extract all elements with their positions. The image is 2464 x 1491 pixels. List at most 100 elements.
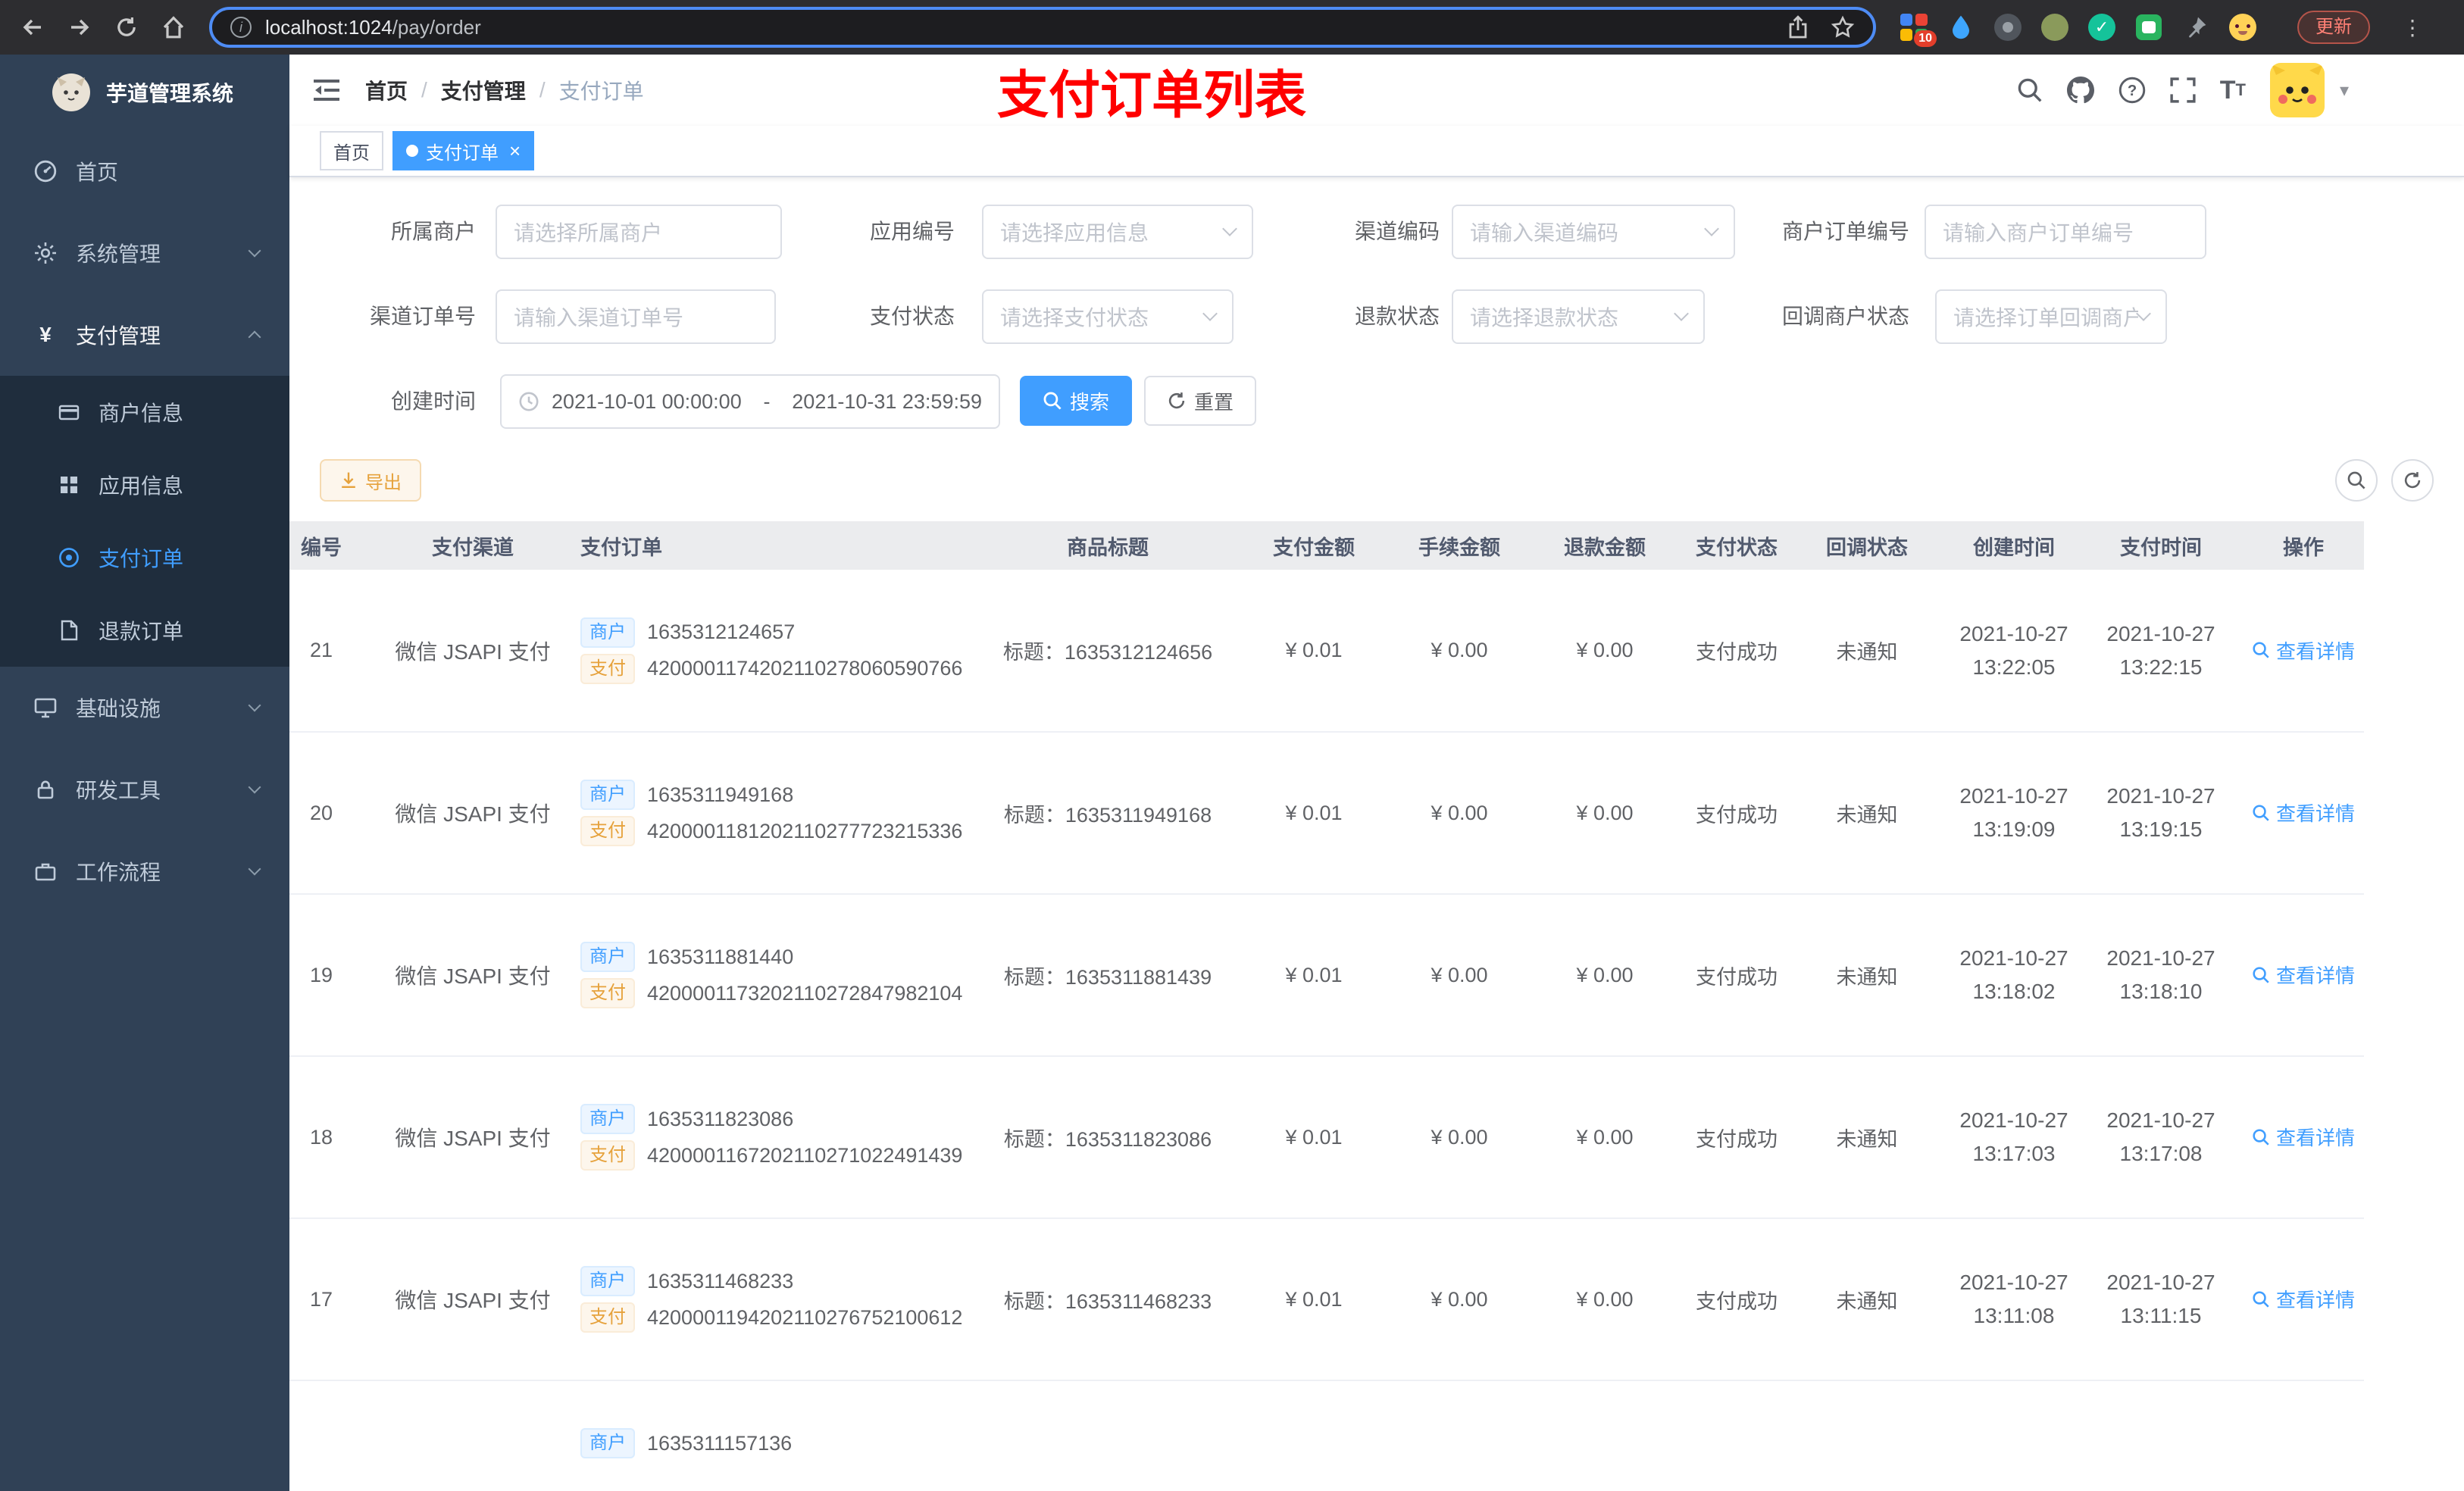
col-header-pay-status: 支付状态 <box>1688 521 1785 570</box>
back-icon[interactable] <box>9 15 56 39</box>
refresh-table-button[interactable] <box>2391 459 2434 502</box>
view-detail-link[interactable]: 查看详情 <box>2252 799 2355 827</box>
cell-pay-amount <box>1230 1380 1397 1491</box>
cell-pay-time: 2021-10-27 13:11:15 <box>2079 1218 2243 1381</box>
view-detail-link[interactable]: 查看详情 <box>2252 1123 2355 1151</box>
cell-order-id: 20 <box>289 732 389 895</box>
avatar-caret-icon[interactable]: ▾ <box>2340 80 2349 102</box>
merchant-order-line: 商户 1635311949168 <box>580 780 985 810</box>
extension-pin-icon[interactable] <box>2182 14 2209 41</box>
dashboard-icon <box>33 160 58 183</box>
sidebar-item-workflow[interactable]: 工作流程 <box>0 830 289 912</box>
avatar[interactable] <box>2269 63 2325 117</box>
merchant-select[interactable]: 请选择所属商户 <box>496 205 782 259</box>
fullscreen-icon[interactable] <box>2170 77 2196 103</box>
col-header-amount: 支付金额 <box>1230 521 1397 570</box>
site-info-icon[interactable]: i <box>230 17 252 38</box>
merchant-order-no-input[interactable]: 请输入商户订单编号 <box>1925 205 2206 259</box>
refund-status-select[interactable]: 请选择退款状态 <box>1452 289 1705 344</box>
sidebar-item-payment[interactable]: ¥ 支付管理 <box>0 294 289 376</box>
merchant-order-no: 1635311823086 <box>647 1107 794 1130</box>
table-row: 21 微信 JSAPI 支付 商户 1635312124657 支付 42000… <box>289 570 2364 733</box>
sidebar-item-label: 系统管理 <box>76 242 161 266</box>
sidebar-item-refund-order[interactable]: 退款订单 <box>0 594 289 667</box>
view-detail-link[interactable]: 查看详情 <box>2252 1285 2355 1313</box>
tab-pay-order[interactable]: 支付订单 × <box>392 131 535 170</box>
tab-home[interactable]: 首页 <box>320 131 383 170</box>
cell-pay-amount: ¥ 0.01 <box>1230 1056 1397 1219</box>
toggle-search-button[interactable] <box>2335 459 2378 502</box>
table-row: 20 微信 JSAPI 支付 商户 1635311949168 支付 42000… <box>289 732 2364 895</box>
help-icon[interactable]: ? <box>2118 77 2146 104</box>
cell-pay-amount: ¥ 0.01 <box>1230 1218 1397 1381</box>
grid-icon <box>58 475 80 495</box>
sidebar-item-app-info[interactable]: 应用信息 <box>0 449 289 521</box>
breadcrumb-pay-mgmt[interactable]: 支付管理 <box>441 75 526 105</box>
pay-status-select[interactable]: 请选择支付状态 <box>982 289 1234 344</box>
sidebar-item-system[interactable]: 系统管理 <box>0 212 289 294</box>
view-detail-link[interactable]: 查看详情 <box>2252 636 2355 664</box>
address-bar[interactable]: i localhost:1024/pay/order <box>209 7 1876 48</box>
gear-icon <box>33 242 58 264</box>
bookmark-star-icon[interactable] <box>1831 15 1855 39</box>
extension-grid-icon[interactable]: 10 <box>1900 14 1937 47</box>
sidebar-item-label: 基础设施 <box>76 697 161 720</box>
sidebar-item-infra[interactable]: 基础设施 <box>0 667 289 749</box>
search-button[interactable]: 搜索 <box>1020 376 1133 426</box>
search-icon[interactable] <box>2017 77 2043 103</box>
export-button[interactable]: 导出 <box>320 459 421 502</box>
pay-order-no: 4200001194202110276752100612 <box>647 1305 963 1329</box>
share-icon[interactable] <box>1787 15 1809 39</box>
extension-dark-circle-icon[interactable] <box>1994 14 2022 41</box>
app-select[interactable]: 请选择应用信息 <box>982 205 1253 259</box>
hamburger-icon[interactable] <box>314 78 341 102</box>
extension-green-square-icon[interactable] <box>2135 14 2162 41</box>
refresh-icon[interactable] <box>103 16 150 39</box>
pay-order-line: 支付 4200001174202110278060590766 <box>580 653 985 684</box>
browser-menu-icon[interactable]: ⋮ <box>2402 15 2423 40</box>
github-icon[interactable] <box>2066 77 2094 104</box>
forward-icon[interactable] <box>56 15 103 39</box>
channel-code-select[interactable]: 请输入渠道编码 <box>1452 205 1735 259</box>
extension-check-circle-icon[interactable]: ✓ <box>2088 14 2115 41</box>
reset-button[interactable]: 重置 <box>1144 376 1257 426</box>
col-header-pay-order: 支付订单 <box>556 521 985 570</box>
tags-view-bar: 首页 支付订单 × <box>289 126 2464 177</box>
browser-window: i localhost:1024/pay/order 10 ✓ 更新 ⋮ 芋道管… <box>0 0 2464 1491</box>
sidebar-item-merchant-info[interactable]: 商户信息 <box>0 376 289 449</box>
chevron-down-icon <box>1202 306 1218 321</box>
extension-drop-icon[interactable] <box>1947 14 1975 41</box>
cell-pay-channel: 微信 JSAPI 支付 <box>389 1218 556 1381</box>
sidebar-item-pay-order[interactable]: 支付订单 <box>0 521 289 594</box>
pay-order-no: 4200001167202110271022491439 <box>647 1143 963 1167</box>
cell-order-id: 17 <box>289 1218 389 1381</box>
cell-pay-time: 2021-10-27 13:22:15 <box>2079 570 2243 733</box>
channel-order-no-input[interactable]: 请输入渠道订单号 <box>496 289 776 344</box>
sidebar-item-label: 支付管理 <box>76 324 161 348</box>
notify-status-select[interactable]: 请选择订单回调商户状态 <box>1935 289 2167 344</box>
sidebar-item-label: 商户信息 <box>98 402 184 425</box>
sidebar-item-devtools[interactable]: 研发工具 <box>0 749 289 830</box>
view-detail-link[interactable]: 查看详情 <box>2252 961 2355 989</box>
cell-fee-amount: ¥ 0.00 <box>1397 732 1521 895</box>
extension-olive-circle-icon[interactable] <box>2041 14 2068 41</box>
pay-order-line: 支付 4200001173202110272847982104 <box>580 978 985 1008</box>
cell-notify-status: 未通知 <box>1785 894 1949 1057</box>
font-size-icon[interactable]: TT <box>2220 77 2246 103</box>
create-time-range-picker[interactable]: 2021-10-01 00:00:00 - 2021-10-31 23:59:5… <box>500 374 1000 429</box>
merchant-order-line: 商户 1635311157136 <box>580 1428 985 1458</box>
sidebar-item-home[interactable]: 首页 <box>0 130 289 212</box>
browser-chrome: i localhost:1024/pay/order 10 ✓ 更新 ⋮ <box>0 0 2464 55</box>
breadcrumb-home[interactable]: 首页 <box>365 75 408 105</box>
home-icon[interactable] <box>150 15 197 39</box>
tab-label: 首页 <box>333 142 370 164</box>
browser-update-button[interactable]: 更新 <box>2297 11 2370 44</box>
filter-label: 商户订单编号 <box>1781 220 1909 243</box>
pay-badge: 支付 <box>580 816 635 846</box>
date-separator: - <box>763 389 771 413</box>
chevron-down-icon <box>2136 306 2151 321</box>
merchant-order-line: 商户 1635311881440 <box>580 942 985 972</box>
pay-order-no: 4200001181202110277723215336 <box>647 819 963 842</box>
profile-memoji-icon[interactable] <box>2229 14 2256 41</box>
close-icon[interactable]: × <box>509 141 521 161</box>
